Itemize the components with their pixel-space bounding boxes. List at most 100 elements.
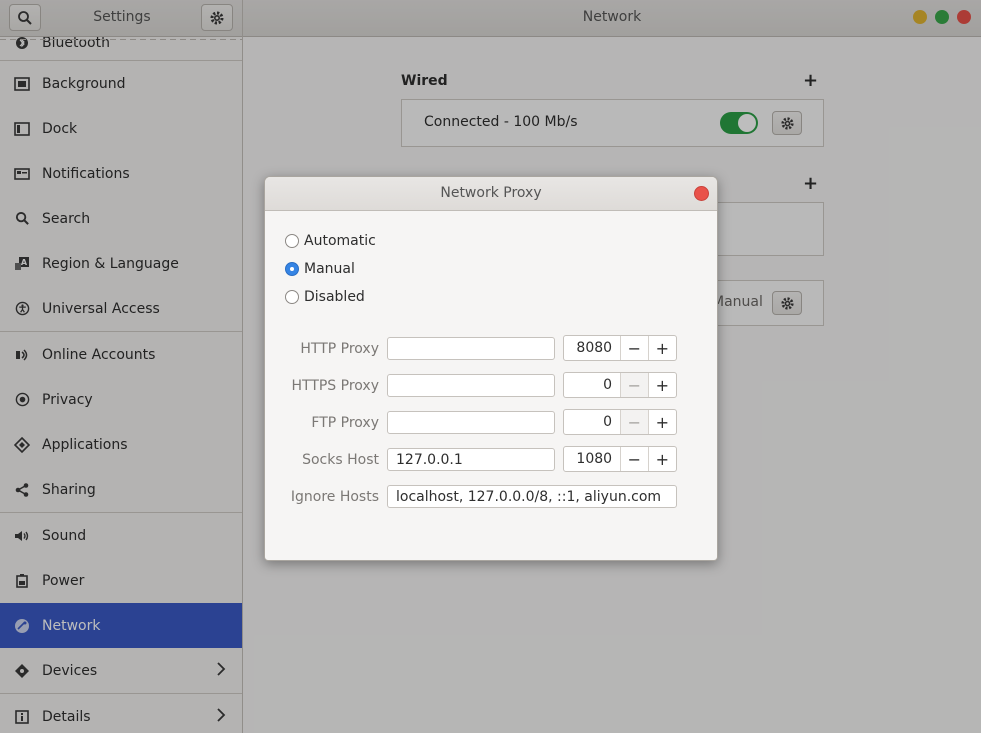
search-icon	[18, 10, 32, 25]
wired-toggle[interactable]	[720, 112, 758, 134]
ftp-port-value[interactable]: 0	[564, 410, 622, 434]
network-proxy-dialog: Network Proxy Automatic Manual Disabled …	[264, 176, 718, 561]
dialog-close-button[interactable]	[694, 186, 709, 201]
sidebar-item-region[interactable]: A Region & Language	[0, 241, 242, 286]
search-button[interactable]	[9, 4, 41, 31]
sidebar-item-label: Region & Language	[42, 255, 179, 272]
sound-icon	[0, 529, 42, 543]
dialog-header: Network Proxy	[265, 177, 717, 211]
socks-port-value[interactable]: 1080	[564, 447, 622, 471]
share-icon	[0, 482, 42, 498]
wired-settings-button[interactable]	[772, 111, 802, 135]
minimize-button[interactable]	[913, 10, 927, 24]
socks-host-label: Socks Host	[302, 452, 379, 468]
https-port-spinner[interactable]: 0 − +	[563, 372, 677, 398]
https-port-value[interactable]: 0	[564, 373, 622, 397]
http-port-value[interactable]: 8080	[564, 336, 622, 360]
svg-text:A: A	[21, 258, 28, 267]
sidebar-item-label: Devices	[42, 662, 98, 679]
socks-port-spinner[interactable]: 1080 − +	[563, 446, 677, 472]
sidebar-item-sound[interactable]: Sound	[0, 513, 242, 558]
sidebar-item-sharing[interactable]: Sharing	[0, 467, 242, 512]
wired-status: Connected - 100 Mb/s	[424, 114, 578, 130]
notifications-icon	[0, 167, 42, 181]
sidebar-item-label: Sound	[42, 527, 87, 544]
gear-icon	[780, 116, 794, 130]
mode-automatic[interactable]: Automatic	[285, 233, 376, 249]
radio-disabled[interactable]	[285, 290, 299, 304]
https-port-increment[interactable]: +	[649, 373, 676, 397]
https-proxy-input[interactable]	[387, 374, 555, 397]
radio-manual[interactable]	[285, 262, 299, 276]
gear-icon	[210, 11, 224, 24]
sidebar-item-label: Privacy	[42, 391, 93, 408]
sidebar-item-dock[interactable]: Dock	[0, 106, 242, 151]
mode-disabled[interactable]: Disabled	[285, 289, 365, 305]
ignore-hosts-label: Ignore Hosts	[290, 489, 379, 505]
wired-section-title: Wired	[401, 73, 448, 89]
page-title: Network	[582, 9, 642, 25]
accessibility-icon	[0, 301, 42, 316]
radio-automatic[interactable]	[285, 234, 299, 248]
https-port-decrement[interactable]: −	[621, 373, 649, 397]
online-accounts-icon	[0, 348, 42, 362]
ignore-hosts-input[interactable]: localhost, 127.0.0.0/8, ::1, aliyun.com	[387, 485, 677, 508]
http-port-increment[interactable]: +	[649, 336, 676, 360]
details-icon	[0, 709, 42, 724]
sidebar-item-applications[interactable]: Applications	[0, 422, 242, 467]
sidebar-item-universal-access[interactable]: Universal Access	[0, 286, 242, 331]
radio-label: Manual	[304, 261, 355, 277]
https-proxy-label: HTTPS Proxy	[291, 378, 379, 394]
ftp-port-increment[interactable]: +	[649, 410, 676, 434]
network-icon	[0, 618, 42, 634]
proxy-settings-button[interactable]	[772, 291, 802, 315]
http-proxy-input[interactable]	[387, 337, 555, 360]
maximize-button[interactable]	[935, 10, 949, 24]
ftp-proxy-label: FTP Proxy	[311, 415, 379, 431]
header-bar: Settings Network	[0, 0, 981, 37]
sidebar-item-network[interactable]: Network	[0, 603, 242, 648]
menu-button[interactable]	[201, 4, 233, 31]
add-wired-button[interactable]: +	[803, 70, 818, 91]
sidebar-item-online-accounts[interactable]: Online Accounts	[0, 332, 242, 377]
http-port-spinner[interactable]: 8080 − +	[563, 335, 677, 361]
sidebar-item-label: Background	[42, 75, 126, 92]
sidebar-item-label: Applications	[42, 436, 128, 453]
radio-label: Disabled	[304, 289, 365, 305]
gear-icon	[780, 296, 794, 310]
dock-icon	[0, 121, 42, 136]
sidebar-item-power[interactable]: Power	[0, 558, 242, 603]
privacy-icon	[0, 392, 42, 407]
search-icon	[0, 211, 42, 226]
close-button[interactable]	[957, 10, 971, 24]
region-icon: A	[0, 256, 42, 271]
http-proxy-label: HTTP Proxy	[300, 341, 379, 357]
devices-icon	[0, 663, 42, 679]
ftp-port-decrement[interactable]: −	[621, 410, 649, 434]
sidebar-item-devices[interactable]: Devices	[0, 648, 242, 693]
sidebar-item-label: Online Accounts	[42, 346, 156, 363]
sidebar-item-label: Sharing	[42, 481, 96, 498]
sidebar-item-label: Notifications	[42, 165, 130, 182]
settings-title: Settings	[93, 9, 151, 25]
applications-icon	[0, 436, 42, 453]
sidebar-item-search[interactable]: Search	[0, 196, 242, 241]
socks-port-decrement[interactable]: −	[621, 447, 649, 471]
radio-label: Automatic	[304, 233, 376, 249]
sidebar-item-label: Details	[42, 708, 91, 725]
mode-manual[interactable]: Manual	[285, 261, 355, 277]
sidebar-item-background[interactable]: Background	[0, 61, 242, 106]
background-icon	[0, 76, 42, 91]
sidebar-item-notifications[interactable]: Notifications	[0, 151, 242, 196]
power-icon	[0, 573, 42, 588]
http-port-decrement[interactable]: −	[621, 336, 649, 360]
sidebar-item-details[interactable]: Details	[0, 694, 242, 733]
socks-port-increment[interactable]: +	[649, 447, 676, 471]
add-vpn-button[interactable]: +	[803, 173, 818, 194]
sidebar-item-label: Power	[42, 572, 85, 589]
sidebar-item-privacy[interactable]: Privacy	[0, 377, 242, 422]
socks-host-input[interactable]: 127.0.0.1	[387, 448, 555, 471]
ftp-port-spinner[interactable]: 0 − +	[563, 409, 677, 435]
ftp-proxy-input[interactable]	[387, 411, 555, 434]
sidebar-item-label: Dock	[42, 120, 78, 137]
